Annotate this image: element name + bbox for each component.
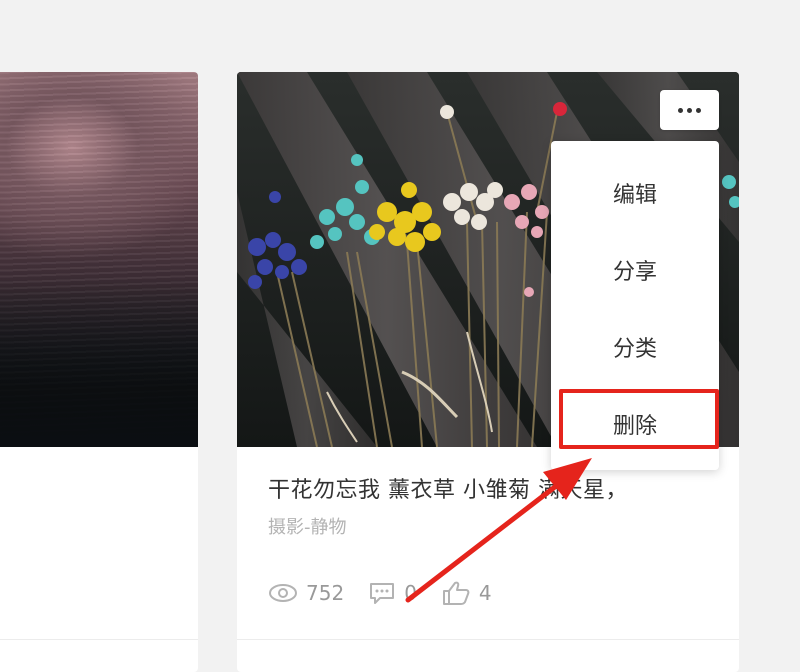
- card-title[interactable]: 干花勿忘我 薰衣草 小雏菊 满天星，: [268, 472, 728, 504]
- menu-item-category[interactable]: 分类: [551, 317, 719, 377]
- likes-count: 4: [478, 581, 492, 605]
- card-actions-menu: 编辑 分享 分类 删除: [551, 141, 719, 470]
- views-stat: 752: [268, 581, 344, 605]
- more-horizontal-icon: [678, 107, 701, 113]
- eye-icon: [269, 584, 297, 602]
- comments-stat[interactable]: 0: [368, 581, 417, 605]
- menu-item-edit[interactable]: 编辑: [551, 163, 719, 223]
- card-divider: [0, 639, 198, 640]
- likes-stat[interactable]: 4: [441, 580, 492, 606]
- views-count: 752: [306, 581, 345, 605]
- menu-item-share[interactable]: 分享: [551, 240, 719, 300]
- photo-thumbnail-left[interactable]: [0, 72, 198, 447]
- card-stats: 752 0 4: [268, 578, 516, 608]
- card-divider: [237, 639, 739, 640]
- card-category-tag[interactable]: 摄影-静物: [268, 513, 347, 539]
- thumbs-up-icon[interactable]: [441, 580, 471, 606]
- comments-count: 0: [404, 581, 417, 605]
- comment-icon[interactable]: [368, 581, 396, 605]
- menu-item-delete[interactable]: 删除: [551, 394, 719, 454]
- photo-card-left[interactable]: [0, 72, 198, 672]
- more-options-button[interactable]: [660, 90, 719, 130]
